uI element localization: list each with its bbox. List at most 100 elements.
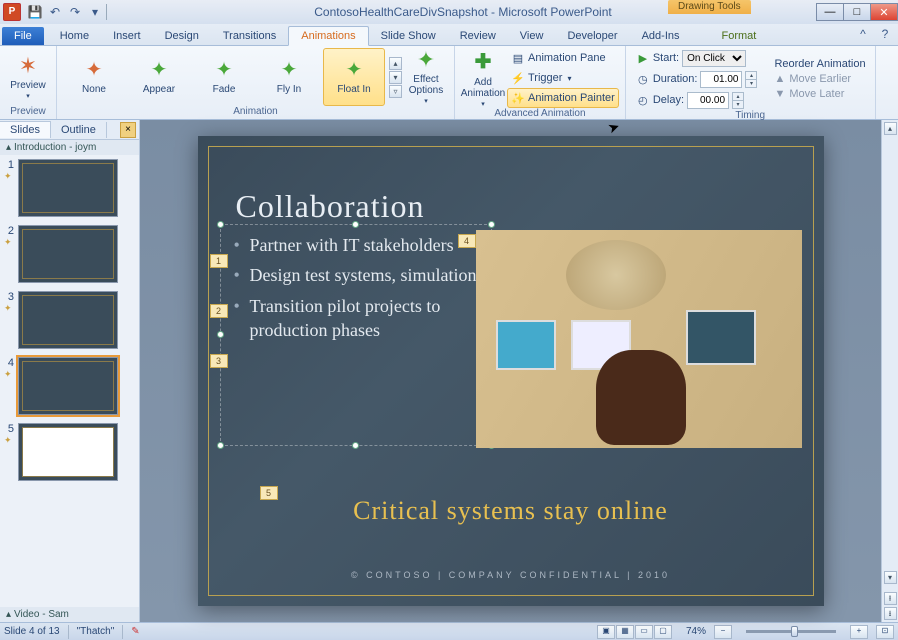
undo-button[interactable]: ↶ bbox=[46, 3, 64, 21]
add-animation-button[interactable]: ✚ Add Animation bbox=[461, 49, 505, 107]
minimize-button[interactable]: — bbox=[816, 3, 844, 21]
tab-developer[interactable]: Developer bbox=[555, 27, 629, 45]
anim-none[interactable]: ✦None bbox=[63, 48, 125, 106]
resize-handle[interactable] bbox=[488, 221, 495, 228]
slideshow-view-button[interactable]: ▢ bbox=[654, 625, 672, 639]
animation-pane-button[interactable]: ▤Animation Pane bbox=[507, 48, 619, 68]
pane-tab-outline[interactable]: Outline bbox=[51, 122, 107, 138]
slides-pane: Slides Outline × ▴Introduction - joym 1✦… bbox=[0, 120, 140, 622]
fit-button[interactable]: ⊡ bbox=[876, 625, 894, 639]
play-icon: ▶ bbox=[636, 51, 650, 65]
zoom-in-button[interactable]: + bbox=[850, 625, 868, 639]
gallery-more[interactable]: ▿ bbox=[389, 85, 402, 98]
content-placeholder[interactable]: Partner with IT stakeholders Design test… bbox=[226, 230, 486, 440]
preview-icon: ✶ bbox=[19, 55, 37, 77]
scroll-up-button[interactable]: ▴ bbox=[884, 122, 897, 135]
slide-thumbnail-5[interactable] bbox=[18, 423, 118, 481]
duration-label: Duration: bbox=[653, 73, 698, 85]
animation-tag-1[interactable]: 1 bbox=[210, 254, 228, 268]
zoom-thumb[interactable] bbox=[791, 626, 798, 637]
sorter-view-button[interactable]: ▦ bbox=[616, 625, 634, 639]
slide-thumbnail-4[interactable] bbox=[18, 357, 118, 415]
slide-image[interactable] bbox=[476, 230, 802, 448]
preview-label: Preview bbox=[10, 80, 46, 91]
slide-subtitle[interactable]: Critical systems stay online bbox=[198, 496, 824, 526]
tab-design[interactable]: Design bbox=[153, 27, 211, 45]
animation-painter-button[interactable]: ✨Animation Painter bbox=[507, 88, 619, 108]
ribbon: ✶ Preview Preview ✦None ✦Appear ✦Fade ✦F… bbox=[0, 46, 898, 120]
anim-fade[interactable]: ✦Fade bbox=[193, 48, 255, 106]
prev-slide-button[interactable]: ⭱ bbox=[884, 592, 897, 605]
anim-indicator-icon: ✦ bbox=[4, 303, 14, 314]
anim-flyin[interactable]: ✦Fly In bbox=[258, 48, 320, 106]
pane-close-button[interactable]: × bbox=[120, 122, 136, 138]
tab-insert[interactable]: Insert bbox=[101, 27, 153, 45]
ribbon-minimize-button[interactable]: ^ bbox=[854, 25, 872, 43]
trigger-button[interactable]: ⚡Trigger▾ bbox=[507, 68, 619, 88]
thumb-row: 1✦ bbox=[4, 159, 135, 217]
anim-floatin[interactable]: ✦Float In bbox=[323, 48, 385, 106]
duration-input[interactable] bbox=[700, 71, 742, 88]
slide-title[interactable]: Collaboration bbox=[236, 188, 425, 225]
section-header[interactable]: ▴Introduction - joym bbox=[0, 140, 139, 155]
resize-handle[interactable] bbox=[217, 221, 224, 228]
thumb-row: 3✦ bbox=[4, 291, 135, 349]
delay-spinner[interactable]: ▴▾ bbox=[732, 92, 744, 109]
delay-input[interactable] bbox=[687, 92, 729, 109]
resize-handle[interactable] bbox=[217, 442, 224, 449]
section-header[interactable]: ▴Video - Sam bbox=[0, 607, 139, 622]
help-button[interactable]: ? bbox=[876, 25, 894, 43]
animation-tag-4[interactable]: 4 bbox=[458, 234, 476, 248]
move-later-button[interactable]: ▼Move Later bbox=[771, 87, 868, 101]
duration-spinner[interactable]: ▴▾ bbox=[745, 71, 757, 88]
resize-handle[interactable] bbox=[352, 442, 359, 449]
redo-button[interactable]: ↷ bbox=[66, 3, 84, 21]
save-button[interactable]: 💾 bbox=[26, 3, 44, 21]
resize-handle[interactable] bbox=[217, 331, 224, 338]
start-combo[interactable]: On Click bbox=[682, 50, 746, 67]
start-row: ▶ Start: On Click bbox=[632, 48, 762, 68]
zoom-out-button[interactable]: − bbox=[714, 625, 732, 639]
slide: Collaboration Partner with IT stakeholde… bbox=[198, 136, 824, 606]
pane-tab-slides[interactable]: Slides bbox=[0, 121, 51, 138]
tab-format[interactable]: Format bbox=[710, 27, 769, 45]
close-button[interactable]: ✕ bbox=[870, 3, 898, 21]
tab-slideshow[interactable]: Slide Show bbox=[369, 27, 448, 45]
row-label: Move Earlier bbox=[789, 73, 851, 85]
tab-review[interactable]: Review bbox=[448, 27, 508, 45]
anim-appear[interactable]: ✦Appear bbox=[128, 48, 190, 106]
slide-thumbnail-1[interactable] bbox=[18, 159, 118, 217]
gallery-scroll-down[interactable]: ▾ bbox=[389, 71, 402, 84]
tab-home[interactable]: Home bbox=[48, 27, 101, 45]
slide-thumbnail-3[interactable] bbox=[18, 291, 118, 349]
normal-view-button[interactable]: ▣ bbox=[597, 625, 615, 639]
zoom-slider[interactable] bbox=[746, 630, 836, 633]
qat-customize[interactable]: ▾ bbox=[86, 3, 104, 21]
scroll-down-button[interactable]: ▾ bbox=[884, 571, 897, 584]
reading-view-button[interactable]: ▭ bbox=[635, 625, 653, 639]
animation-gallery[interactable]: ✦None ✦Appear ✦Fade ✦Fly In ✦Float In bbox=[63, 48, 385, 106]
tab-animations[interactable]: Animations bbox=[288, 26, 368, 46]
animation-tag-3[interactable]: 3 bbox=[210, 354, 228, 368]
animation-tag-2[interactable]: 2 bbox=[210, 304, 228, 318]
file-tab[interactable]: File bbox=[2, 27, 44, 45]
slide-canvas[interactable]: Collaboration Partner with IT stakeholde… bbox=[140, 120, 881, 622]
next-slide-button[interactable]: ⭳ bbox=[884, 607, 897, 620]
work-area: Slides Outline × ▴Introduction - joym 1✦… bbox=[0, 120, 898, 622]
collapse-icon: ▴ bbox=[6, 142, 11, 153]
tab-transitions[interactable]: Transitions bbox=[211, 27, 288, 45]
gallery-scroll-up[interactable]: ▴ bbox=[389, 57, 402, 70]
spellcheck-icon[interactable]: ✎ bbox=[131, 626, 139, 637]
maximize-button[interactable]: □ bbox=[843, 3, 871, 21]
slide-thumbnail-2[interactable] bbox=[18, 225, 118, 283]
thumb-row: 5✦ bbox=[4, 423, 135, 481]
preview-button[interactable]: ✶ Preview bbox=[6, 48, 50, 106]
tab-addins[interactable]: Add-Ins bbox=[630, 27, 692, 45]
effect-options-button[interactable]: ✦ Effect Options bbox=[404, 48, 448, 106]
move-earlier-button[interactable]: ▲Move Earlier bbox=[771, 72, 868, 86]
thumb-number: 1 bbox=[4, 159, 14, 171]
vertical-scrollbar[interactable]: ▴ ▾ ⭱ ⭳ bbox=[881, 120, 898, 622]
tab-view[interactable]: View bbox=[508, 27, 556, 45]
zoom-level[interactable]: 74% bbox=[686, 626, 706, 637]
resize-handle[interactable] bbox=[352, 221, 359, 228]
